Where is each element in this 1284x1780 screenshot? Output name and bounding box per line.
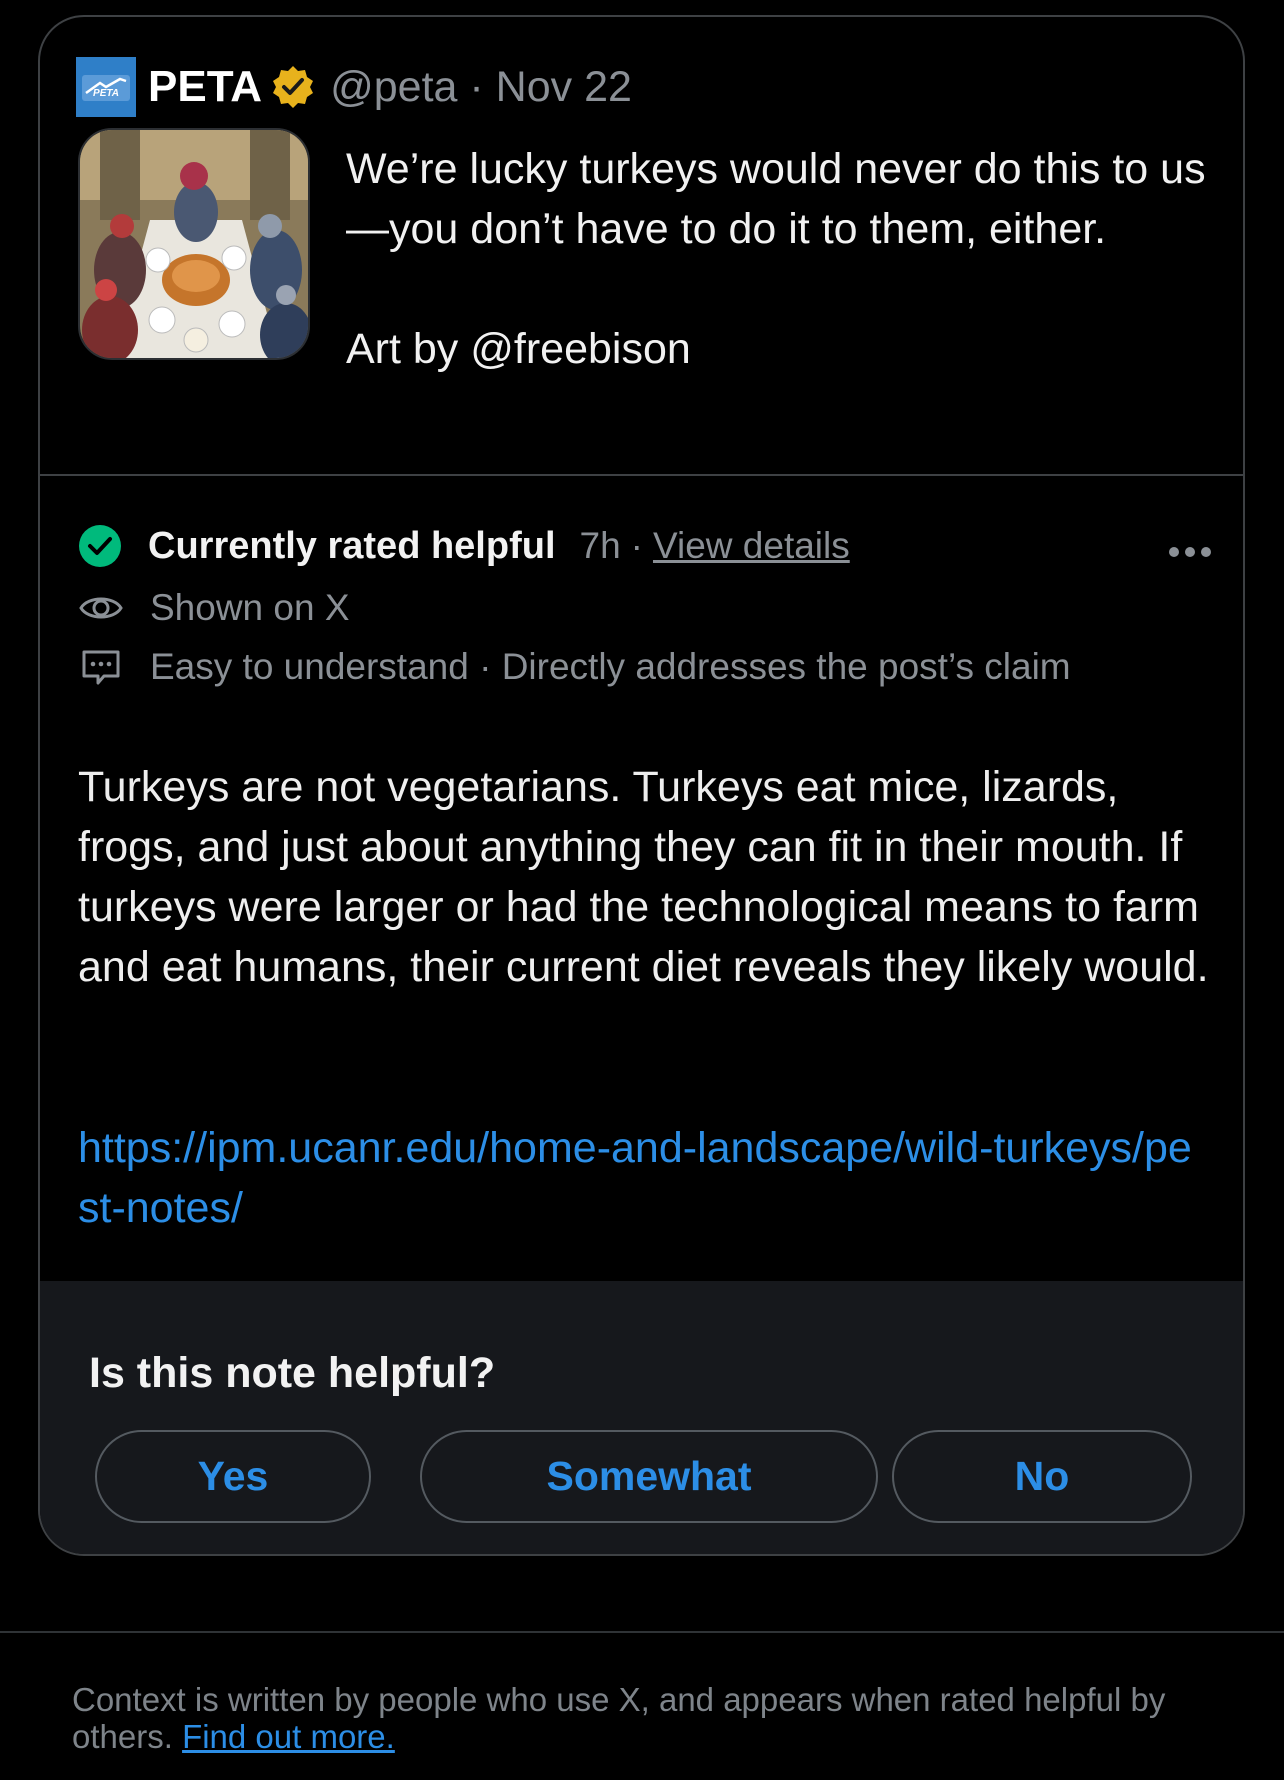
note-status-label: Currently rated helpful [148,524,556,567]
post-image[interactable] [78,128,310,360]
shown-on-row: Shown on X [78,585,350,631]
note-tags-row: Easy to understand · Directly addresses … [78,644,1071,690]
note-body: Turkeys are not vegetarians. Turkeys eat… [78,763,1209,991]
more-options-button[interactable] [1160,537,1220,567]
somewhat-button[interactable]: Somewhat [420,1430,878,1523]
view-details-link[interactable]: View details [653,525,850,567]
section-divider [40,474,1243,476]
footer-disclaimer: Context is written by people who use X, … [72,1681,1222,1755]
message-bubble-icon [82,650,120,685]
author-name[interactable]: PETA [148,62,262,112]
verified-badge-icon [273,66,314,108]
note-time: 7h [579,525,621,566]
footer-divider [0,1631,1284,1633]
logo-text: PETA [93,88,119,99]
check-circle-icon [79,525,121,567]
post-text: We’re lucky turkeys would never do this … [346,145,1206,373]
note-tags-text: Easy to understand · Directly addresses … [150,646,1071,687]
more-dots-icon [1169,547,1211,557]
separator: · [630,525,643,566]
note-status-row: Currently rated helpful 7h · View detail… [78,520,850,572]
note-source-link[interactable]: https://ipm.ucanr.edu/home-and-landscape… [78,1118,1208,1238]
post-header: PETA PETA @peta · Nov 22 [76,57,632,117]
peta-logo[interactable]: PETA [76,57,136,117]
no-button[interactable]: No [892,1430,1192,1523]
eye-icon [79,597,123,619]
rating-question: Is this note helpful? [89,1349,496,1397]
rating-panel: Is this note helpful? Yes Somewhat No [40,1281,1243,1554]
community-note-card: PETA PETA @peta · Nov 22 We’re lucky tur… [38,15,1245,1556]
shown-on-text: Shown on X [150,587,350,628]
handle-and-date: @peta · Nov 22 [330,62,632,111]
find-out-more-link[interactable]: Find out more. [182,1718,395,1755]
turkey-dinner-illustration [80,130,308,358]
peta-rabbit-logo-icon: PETA [76,57,136,117]
yes-button[interactable]: Yes [95,1430,371,1523]
